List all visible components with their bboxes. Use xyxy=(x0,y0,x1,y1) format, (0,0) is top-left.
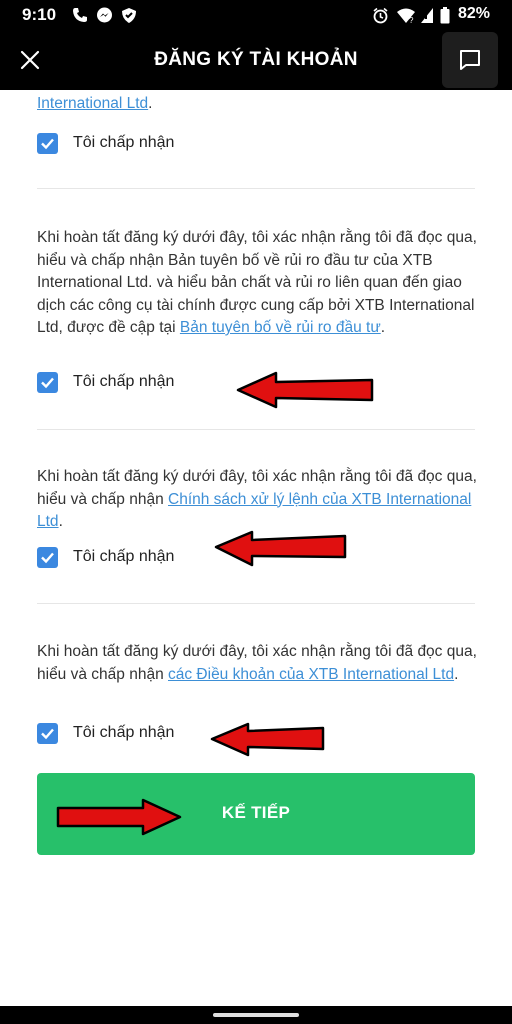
red-arrow-icon xyxy=(214,530,347,567)
battery-percent: 82% xyxy=(457,5,490,22)
accept-checkbox[interactable] xyxy=(37,133,58,154)
consent-text-order-policy: Khi hoàn tất đăng ký dưới đây, tôi xác n… xyxy=(37,468,477,530)
consent-text-partial: International Ltd. xyxy=(37,95,153,112)
consent-link[interactable]: International Ltd xyxy=(37,95,148,112)
signal-icon xyxy=(420,7,434,29)
phone-icon xyxy=(72,7,88,28)
divider xyxy=(37,603,475,604)
accept-checkbox[interactable] xyxy=(37,372,58,393)
accept-checkbox-label: Tôi chấp nhận xyxy=(73,548,175,565)
checkmark-icon xyxy=(41,138,54,150)
accept-checkbox-label: Tôi chấp nhận xyxy=(73,373,175,390)
home-gesture-handle[interactable] xyxy=(213,1013,299,1017)
chat-button[interactable] xyxy=(442,32,498,88)
divider xyxy=(37,429,475,430)
wifi-icon: ? xyxy=(396,7,416,29)
status-time: 9:10 xyxy=(22,5,57,24)
divider xyxy=(37,188,475,189)
accept-checkbox-label: Tôi chấp nhận xyxy=(73,724,175,741)
checkmark-icon xyxy=(41,728,54,740)
page-title: ĐĂNG KÝ TÀI KHOẢN xyxy=(154,49,358,70)
alarm-icon xyxy=(372,7,389,29)
shield-icon xyxy=(121,7,137,29)
battery-icon xyxy=(440,7,450,29)
svg-text:?: ? xyxy=(409,16,414,24)
consent-text-risk: Khi hoàn tất đăng ký dưới đây, tôi xác n… xyxy=(37,229,477,336)
consent-form: International Ltd. Tôi chấp nhận Khi hoà… xyxy=(0,90,512,1006)
app-header: ĐĂNG KÝ TÀI KHOẢN xyxy=(0,32,512,90)
risk-statement-link[interactable]: Bản tuyên bố về rủi ro đầu tư xyxy=(180,319,381,336)
navigation-bar xyxy=(0,1006,512,1024)
accept-checkbox[interactable] xyxy=(37,723,58,744)
consent-text-terms: Khi hoàn tất đăng ký dưới đây, tôi xác n… xyxy=(37,643,477,683)
accept-checkbox[interactable] xyxy=(37,547,58,568)
red-arrow-icon xyxy=(236,371,374,409)
terms-link[interactable]: các Điều khoản của XTB International Ltd xyxy=(168,666,454,683)
chat-icon xyxy=(460,50,480,70)
red-arrow-icon xyxy=(56,798,182,836)
accept-checkbox-label: Tôi chấp nhận xyxy=(73,134,175,151)
messenger-icon xyxy=(96,7,113,29)
checkmark-icon xyxy=(41,377,54,389)
status-bar: 9:10 ? 82% xyxy=(0,0,512,32)
checkmark-icon xyxy=(41,552,54,564)
red-arrow-icon xyxy=(210,722,325,757)
